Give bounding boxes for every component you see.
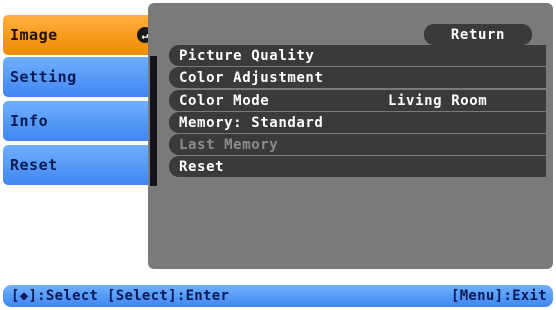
menu-item-memory[interactable]: Memory: Standard [169, 112, 546, 133]
menu-item-label: Color Adjustment [179, 69, 324, 86]
tab-setting[interactable]: Setting [3, 57, 154, 97]
tab-reset[interactable]: Reset [3, 145, 154, 185]
status-help-select: [◆]:Select [Select]:Enter [11, 288, 230, 304]
menu-item-label: Picture Quality [179, 47, 315, 64]
color-mode-value: Living Room [388, 92, 488, 109]
menu-item-label: Memory: Standard [179, 114, 324, 131]
menu-item-picture-quality[interactable]: Picture Quality [169, 45, 546, 66]
status-bar: [◆]:Select [Select]:Enter [Menu]:Exit [3, 285, 553, 307]
tab-separator [150, 56, 157, 186]
menu-item-reset[interactable]: Reset [169, 156, 546, 177]
menu-item-label: Reset [179, 158, 225, 175]
menu-item-color-mode[interactable]: Color Mode Living Room [169, 90, 546, 111]
tab-reset-label: Reset [10, 156, 58, 174]
status-help-exit: [Menu]:Exit [450, 288, 547, 304]
menu-item-label: Color Mode [179, 92, 270, 109]
return-button[interactable]: Return [424, 24, 532, 45]
tab-setting-label: Setting [10, 68, 77, 86]
menu-item-label: Last Memory [179, 136, 279, 153]
tab-info[interactable]: Info [3, 101, 154, 141]
tab-info-label: Info [10, 112, 49, 130]
tab-image-label: Image [10, 26, 58, 44]
menu-item-color-adjustment[interactable]: Color Adjustment [169, 67, 546, 88]
menu-item-last-memory: Last Memory [169, 134, 546, 155]
tab-image[interactable]: Image ↵ [3, 15, 156, 55]
